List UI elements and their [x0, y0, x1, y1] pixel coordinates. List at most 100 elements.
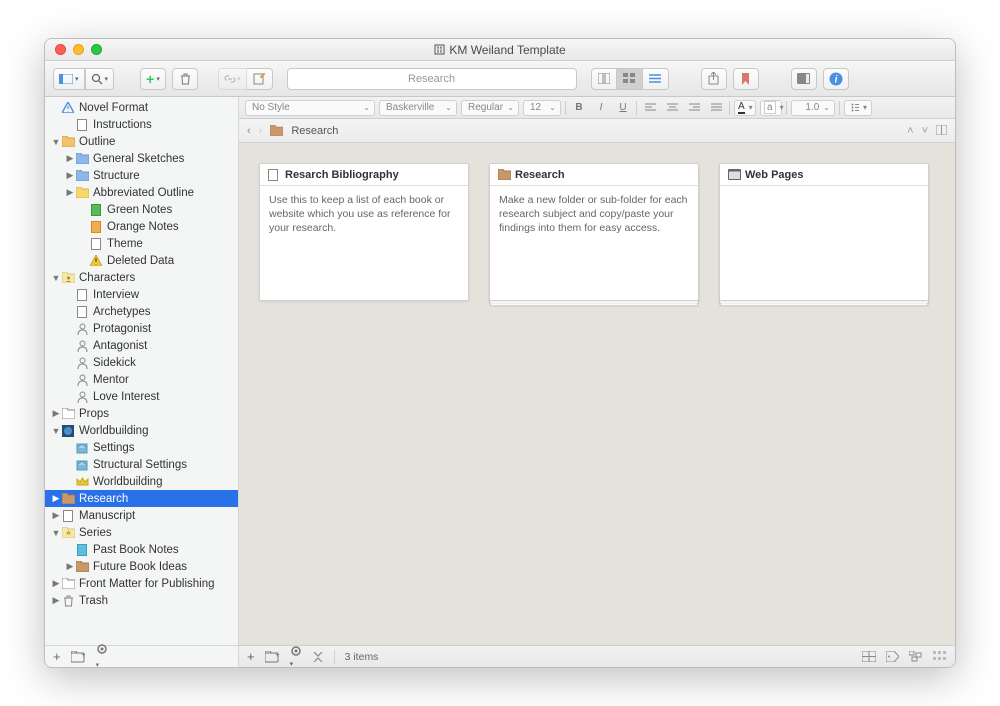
compose-button[interactable] [247, 68, 273, 90]
footer-view-label-button[interactable] [886, 651, 899, 662]
disclosure-triangle-icon[interactable]: ▼ [51, 137, 61, 147]
link-button[interactable]: ▾ [218, 68, 247, 90]
binder-item[interactable]: ▶Trash [45, 592, 238, 609]
binder-item[interactable]: Archetypes [45, 303, 238, 320]
binder-item[interactable]: Antagonist [45, 337, 238, 354]
disclosure-triangle-icon[interactable]: ▶ [51, 595, 61, 606]
binder-item[interactable]: ▶Research [45, 490, 238, 507]
breadcrumb[interactable]: Research [291, 125, 338, 137]
trash-button[interactable] [172, 68, 198, 90]
binder-item[interactable]: Orange Notes [45, 218, 238, 235]
footer-view-arrange-button[interactable] [933, 651, 947, 662]
text-color-button[interactable]: A▾ [734, 100, 756, 116]
binder-item[interactable]: Mentor [45, 371, 238, 388]
align-center-button[interactable] [663, 100, 681, 116]
binder-item[interactable]: Instructions [45, 116, 238, 133]
disclosure-triangle-icon[interactable]: ▶ [65, 187, 75, 198]
binder-item[interactable]: ▶Manuscript [45, 507, 238, 524]
disclosure-triangle-icon[interactable]: ▼ [51, 528, 61, 538]
footer-add-button[interactable]: + [247, 649, 255, 664]
binder-item[interactable]: ▶Structure [45, 167, 238, 184]
disclosure-triangle-icon[interactable]: ▶ [65, 153, 75, 164]
disclosure-triangle-icon[interactable]: ▶ [65, 561, 75, 572]
bookmark-button[interactable] [733, 68, 759, 90]
disclosure-triangle-icon[interactable]: ▶ [51, 578, 61, 589]
highlight-color-button[interactable]: a▾ [760, 100, 782, 116]
align-left-button[interactable] [641, 100, 659, 116]
binder-item[interactable]: Novel Format [45, 99, 238, 116]
disclosure-triangle-icon[interactable]: ▶ [65, 170, 75, 181]
add-button[interactable]: +▾ [140, 68, 166, 90]
view-document-button[interactable] [591, 68, 617, 90]
close-window-button[interactable] [55, 44, 66, 55]
path-split-button[interactable] [936, 125, 947, 137]
binder-item[interactable]: Structural Settings [45, 456, 238, 473]
binder-item[interactable]: ▼Series [45, 524, 238, 541]
card-synopsis[interactable] [720, 186, 928, 300]
style-select[interactable]: No Style⌄ [245, 100, 375, 116]
binder-item[interactable]: Love Interest [45, 388, 238, 405]
align-right-button[interactable] [685, 100, 703, 116]
binder-item[interactable]: Protagonist [45, 320, 238, 337]
info-button[interactable]: i [823, 68, 849, 90]
add-folder-button[interactable]: + [71, 651, 86, 663]
disclosure-triangle-icon[interactable]: ▶ [51, 510, 61, 521]
binder-item[interactable]: Sidekick [45, 354, 238, 371]
align-justify-button[interactable] [707, 100, 725, 116]
underline-button[interactable]: U [614, 100, 632, 116]
line-spacing-select[interactable]: 1.0⌄ [791, 100, 835, 116]
size-select[interactable]: 12⌄ [523, 100, 561, 116]
nav-back-button[interactable]: ‹ [247, 125, 251, 137]
list-button[interactable]: ▾ [844, 100, 872, 116]
share-button[interactable] [701, 68, 727, 90]
view-mode-button[interactable]: ▾ [53, 68, 85, 90]
nav-forward-button[interactable]: › [259, 125, 263, 137]
gear-menu-button[interactable]: ▾ [96, 643, 108, 667]
footer-add-folder-button[interactable]: + [265, 651, 280, 663]
binder-item[interactable]: ▼Worldbuilding [45, 422, 238, 439]
binder-item[interactable]: ▶General Sketches [45, 150, 238, 167]
disclosure-triangle-icon[interactable]: ▶ [51, 408, 61, 419]
binder-item[interactable]: Green Notes [45, 201, 238, 218]
index-card[interactable]: Web Pages [719, 163, 929, 301]
binder-item[interactable]: ▼Characters [45, 269, 238, 286]
index-card[interactable]: Resarch BibliographyUse this to keep a l… [259, 163, 469, 301]
view-corkboard-button[interactable] [617, 68, 643, 90]
search-button[interactable]: ▾ [85, 68, 115, 90]
card-synopsis[interactable]: Make a new folder or sub-folder for each… [490, 186, 698, 300]
add-item-button[interactable]: + [53, 649, 61, 664]
footer-collapse-button[interactable] [312, 652, 324, 662]
binder-item[interactable]: ▶Front Matter for Publishing [45, 575, 238, 592]
weight-select[interactable]: Regular⌄ [461, 100, 519, 116]
binder-item[interactable]: Settings [45, 439, 238, 456]
view-outline-button[interactable] [643, 68, 669, 90]
footer-view-freeform-button[interactable] [909, 651, 923, 662]
binder-item[interactable]: Worldbuilding [45, 473, 238, 490]
disclosure-triangle-icon[interactable]: ▼ [51, 273, 61, 283]
zoom-window-button[interactable] [91, 44, 102, 55]
index-card[interactable]: ResearchMake a new folder or sub-folder … [489, 163, 699, 301]
disclosure-triangle-icon[interactable]: ▼ [51, 426, 61, 436]
footer-view-grid-button[interactable] [862, 651, 876, 662]
path-collapse-button[interactable]: ˄ [907, 125, 913, 137]
binder-item[interactable]: ▼Outline [45, 133, 238, 150]
font-select[interactable]: Baskerville⌄ [379, 100, 457, 116]
binder-item[interactable]: ▶Future Book Ideas [45, 558, 238, 575]
binder-item[interactable]: Past Book Notes [45, 541, 238, 558]
minimize-window-button[interactable] [73, 44, 84, 55]
binder-tree[interactable]: Novel FormatInstructions▼Outline▶General… [45, 97, 238, 645]
binder-item[interactable]: ▶Abbreviated Outline [45, 184, 238, 201]
path-expand-button[interactable]: ˅ [922, 125, 928, 137]
corkboard[interactable]: Resarch BibliographyUse this to keep a l… [239, 143, 955, 645]
inspector-button[interactable] [791, 68, 817, 90]
bold-button[interactable]: B [570, 100, 588, 116]
binder-item[interactable]: Deleted Data [45, 252, 238, 269]
italic-button[interactable]: I [592, 100, 610, 116]
binder-item[interactable]: Theme [45, 235, 238, 252]
disclosure-triangle-icon[interactable]: ▶ [51, 493, 61, 504]
footer-gear-button[interactable]: ▾ [290, 645, 302, 668]
binder-item[interactable]: ▶Props [45, 405, 238, 422]
binder-item[interactable]: Interview [45, 286, 238, 303]
card-synopsis[interactable]: Use this to keep a list of each book or … [260, 186, 468, 300]
search-field[interactable]: Research [287, 68, 577, 90]
